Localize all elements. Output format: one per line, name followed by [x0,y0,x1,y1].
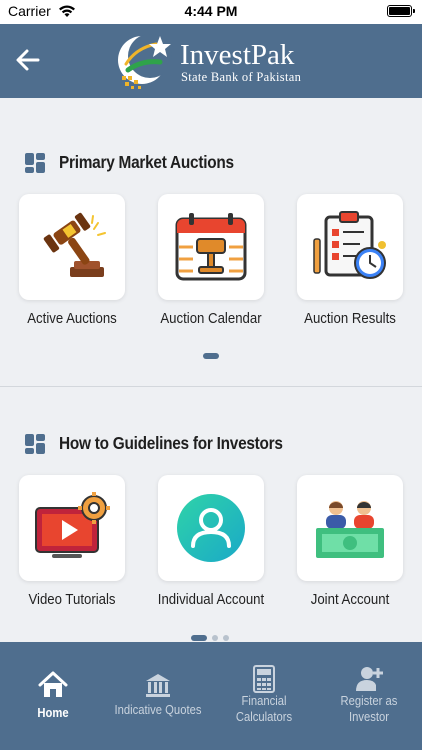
individual-account-tile[interactable] [158,475,264,581]
active-auctions-tile[interactable] [19,194,125,300]
tab-label-home: Home [37,706,69,720]
clock: 4:44 PM [184,3,238,19]
status-bar: Carrier 4:44 PM [0,0,422,24]
user-circle-icon [177,494,245,562]
grid-icon [25,153,45,173]
tab-label-financial: Financial [241,694,287,708]
app-name: InvestPak [180,39,295,71]
tile-label-joint-account: Joint Account [310,591,390,608]
back-arrow-icon[interactable] [14,46,42,74]
calendar-gavel-icon [175,213,247,281]
tab-label-investor: Investor [348,710,390,724]
battery-icon [387,5,415,17]
video-gear-icon [35,492,110,558]
auction-calendar-tile[interactable] [158,194,264,300]
tab-financial-calculators[interactable]: Financial Calculators [211,642,317,750]
section-divider [0,386,422,387]
app-header: InvestPak State Bank of Pakistan [0,24,422,98]
home-icon [38,671,68,697]
section-title-primary-market: Primary Market Auctions [0,150,422,176]
tile-label-individual-account: Individual Account [157,591,265,608]
tab-indicative-quotes[interactable]: Indicative Quotes [105,642,211,750]
tab-register-investor[interactable]: Register as Investor [316,642,422,750]
page-dot-active[interactable] [191,635,207,641]
add-user-icon [356,667,383,691]
page-dot[interactable] [223,635,229,641]
tab-label-calculators: Calculators [235,710,293,724]
gavel-icon [43,212,106,277]
calculator-icon [253,665,275,693]
tile-label-video-tutorials: Video Tutorials [28,591,116,608]
auction-results-tile[interactable] [297,194,403,300]
section-label: Primary Market Auctions [59,152,234,172]
joint-account-tile[interactable] [297,475,403,581]
bank-icon [146,674,170,697]
two-people-icon [316,501,384,558]
bottom-tab-bar: Home Indicative Quotes Financial Calcula… [0,642,422,750]
tab-label-indicative-quotes: Indicative Quotes [114,703,202,717]
tile-label-active-auctions: Active Auctions [27,310,117,327]
tab-home[interactable]: Home [0,642,106,750]
grid-icon [25,434,45,454]
video-tutorials-tile[interactable] [19,475,125,581]
page-dot[interactable] [212,635,218,641]
clipboard-clock-icon [313,211,386,279]
section-title-guidelines: How to Guidelines for Investors [0,431,422,457]
app-subtitle: State Bank of Pakistan [181,70,302,84]
investpak-logo-icon [118,34,172,89]
tile-label-auction-calendar: Auction Calendar [160,310,262,327]
tab-label-register-as: Register as [340,694,398,708]
tile-label-auction-results: Auction Results [304,310,396,327]
page-indicator [203,353,219,359]
section-label: How to Guidelines for Investors [59,433,283,453]
